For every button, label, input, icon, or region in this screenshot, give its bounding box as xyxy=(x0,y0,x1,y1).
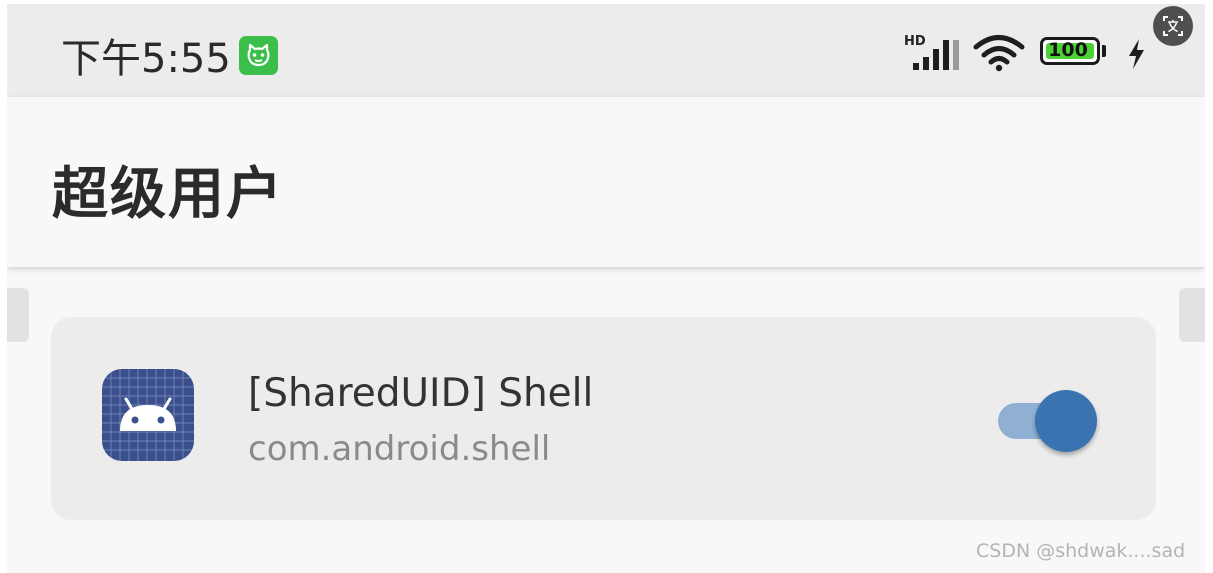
cat-icon xyxy=(247,43,270,67)
app-list-item[interactable]: [SharedUID] Shell com.android.shell xyxy=(51,317,1156,520)
page-title: 超级用户 xyxy=(52,162,284,227)
charging-bolt-icon xyxy=(1125,37,1147,71)
translate-icon xyxy=(1163,16,1183,36)
status-bar: 下午5:55 HD 100 xyxy=(7,4,1205,97)
left-edge-handle[interactable] xyxy=(7,288,29,342)
signal-bars xyxy=(913,40,959,70)
toggle-thumb xyxy=(1035,390,1097,452)
android-icon xyxy=(102,369,194,461)
battery-tip xyxy=(1102,45,1106,57)
superuser-toggle[interactable] xyxy=(998,390,1098,452)
app-bar: 超级用户 xyxy=(7,97,1205,267)
app-icon xyxy=(102,369,194,461)
wifi-glyph xyxy=(973,35,1025,72)
right-edge-handle[interactable] xyxy=(1179,288,1205,342)
status-time: 下午5:55 xyxy=(61,36,231,82)
superuser-screen: 下午5:55 HD 100 超级用户 [SharedUID] Shell com… xyxy=(7,4,1205,573)
cell-signal-icon: HD xyxy=(904,34,960,72)
bolt-glyph xyxy=(1129,39,1144,69)
wifi-icon xyxy=(973,34,1025,72)
app-package-name: com.android.shell xyxy=(248,429,551,469)
watermark: CSDN @shdwak....sad xyxy=(976,540,1186,562)
translate-button[interactable] xyxy=(1153,6,1193,46)
app-name: [SharedUID] Shell xyxy=(248,371,594,416)
battery-icon: 100 xyxy=(1040,37,1106,69)
battery-level: 100 xyxy=(1048,39,1088,61)
notification-app-icon xyxy=(239,36,278,75)
